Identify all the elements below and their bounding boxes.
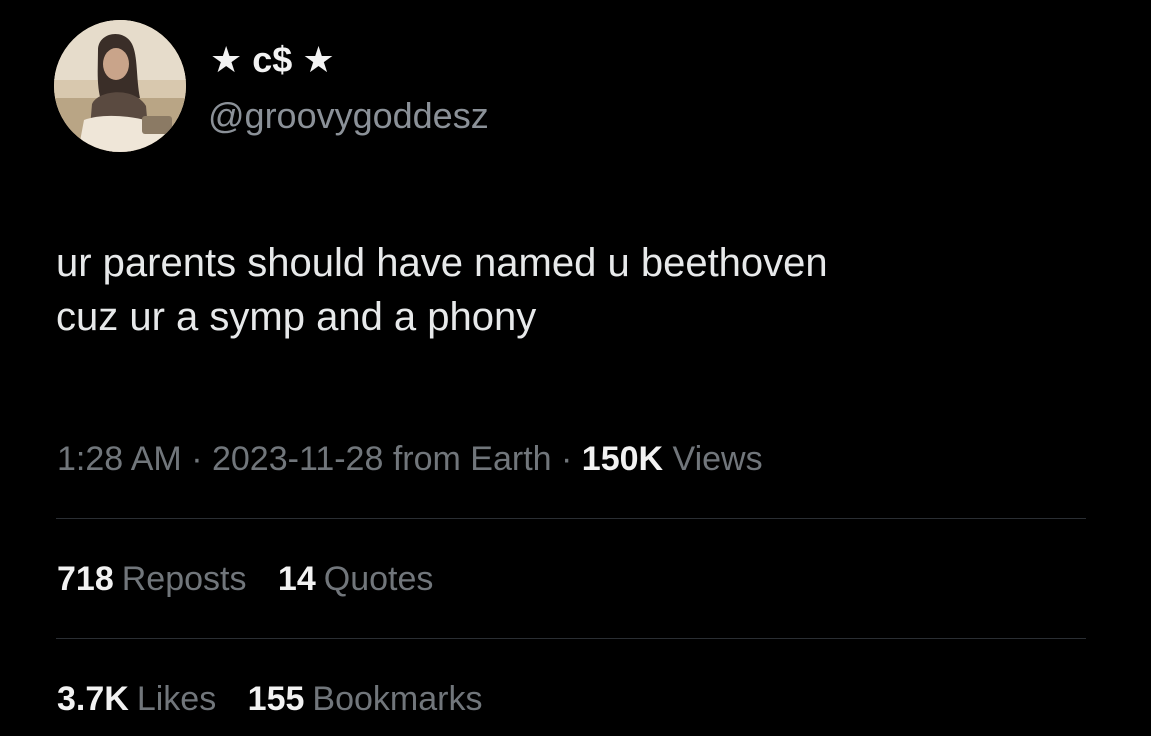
tweet-text: ur parents should have named u beethoven… bbox=[56, 236, 1116, 344]
views-label: Views bbox=[672, 440, 763, 478]
quotes-stat[interactable]: 14 Quotes bbox=[278, 557, 433, 601]
tweet-meta: 1:28 AM · 2023-11-28 from Earth · 150K V… bbox=[57, 437, 763, 481]
likes-count: 3.7K bbox=[57, 680, 129, 718]
bookmarks-stat[interactable]: 155 Bookmarks bbox=[248, 677, 483, 721]
likes-label: Likes bbox=[136, 680, 217, 718]
divider bbox=[56, 638, 1086, 639]
avatar[interactable] bbox=[54, 20, 186, 152]
views-count: 150K bbox=[581, 440, 664, 478]
tweet-source: from Earth bbox=[392, 440, 552, 478]
reposts-label: Reposts bbox=[121, 560, 247, 598]
tweet-detail: ★ c$ ★ @groovygoddesz ur parents should … bbox=[0, 0, 1151, 736]
quotes-count: 14 bbox=[277, 560, 316, 598]
likes-stat[interactable]: 3.7K Likes bbox=[57, 677, 216, 721]
bookmarks-count: 155 bbox=[247, 680, 305, 718]
divider bbox=[56, 518, 1086, 519]
tweet-date[interactable]: 2023-11-28 bbox=[212, 440, 383, 478]
display-name[interactable]: ★ c$ ★ bbox=[210, 38, 335, 82]
bookmarks-label: Bookmarks bbox=[312, 680, 483, 718]
user-handle[interactable]: @groovygoddesz bbox=[208, 94, 489, 138]
engagement-stats-row: 3.7K Likes 155 Bookmarks bbox=[57, 677, 504, 721]
tweet-text-line: cuz ur a symp and a phony bbox=[56, 295, 537, 339]
tweet-text-line: ur parents should have named u beethoven bbox=[56, 241, 828, 285]
reposts-count: 718 bbox=[57, 560, 114, 598]
tweet-time[interactable]: 1:28 AM bbox=[57, 440, 182, 478]
avatar-photo bbox=[54, 20, 186, 152]
quotes-label: Quotes bbox=[323, 560, 434, 598]
meta-separator: · bbox=[561, 440, 573, 478]
meta-separator: · bbox=[191, 440, 203, 478]
engagement-stats-row: 718 Reposts 14 Quotes bbox=[57, 557, 455, 601]
reposts-stat[interactable]: 718 Reposts bbox=[57, 557, 246, 601]
